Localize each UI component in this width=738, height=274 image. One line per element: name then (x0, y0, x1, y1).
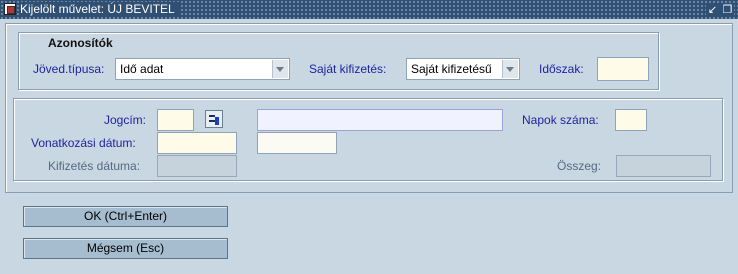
reference-date-label: Vonatkozási dátum: (31, 136, 136, 150)
days-count-label: Napok száma: (522, 113, 599, 127)
payment-date-field (157, 155, 237, 177)
chevron-down-icon[interactable] (502, 60, 518, 78)
legal-title-description-field[interactable] (257, 109, 503, 131)
restore-icon[interactable]: ❐ (721, 3, 734, 16)
own-payment-value: Saját kifizetésű (411, 62, 492, 76)
period-label: Időszak: (539, 62, 584, 76)
minimize-icon[interactable]: ↙ (706, 3, 719, 16)
payment-date-label: Kifizetés dátuma: (48, 159, 141, 173)
legal-title-label: Jogcím: (103, 113, 146, 127)
window-title: Kijelölt művelet: ÚJ BEVITEL (20, 2, 181, 17)
amount-field (616, 155, 711, 177)
own-payment-select[interactable]: Saját kifizetésű (406, 58, 520, 80)
excise-type-value: Idő adat (120, 62, 164, 76)
reference-date-from-field[interactable] (157, 132, 237, 154)
list-of-values-icon[interactable] (205, 110, 223, 128)
window-title-bar[interactable]: Kijelölt művelet: ÚJ BEVITEL ↙ ❐ (0, 0, 738, 19)
excise-type-label: Jöved.típusa: (33, 62, 105, 76)
app-window-icon (4, 3, 16, 15)
identifiers-section-title: Azonosítók (48, 36, 113, 50)
amount-label: Összeg: (557, 159, 602, 173)
own-payment-label: Saját kifizetés: (309, 62, 387, 76)
reference-date-to-field[interactable] (257, 132, 337, 154)
chevron-down-icon[interactable] (272, 60, 288, 78)
ok-button[interactable]: OK (Ctrl+Enter) (23, 206, 228, 227)
legal-title-code-field[interactable] (157, 109, 194, 131)
cancel-button[interactable]: Mégsem (Esc) (23, 238, 228, 259)
excise-type-select[interactable]: Idő adat (115, 58, 290, 80)
days-count-field[interactable] (615, 109, 647, 131)
period-field[interactable] (597, 57, 649, 81)
